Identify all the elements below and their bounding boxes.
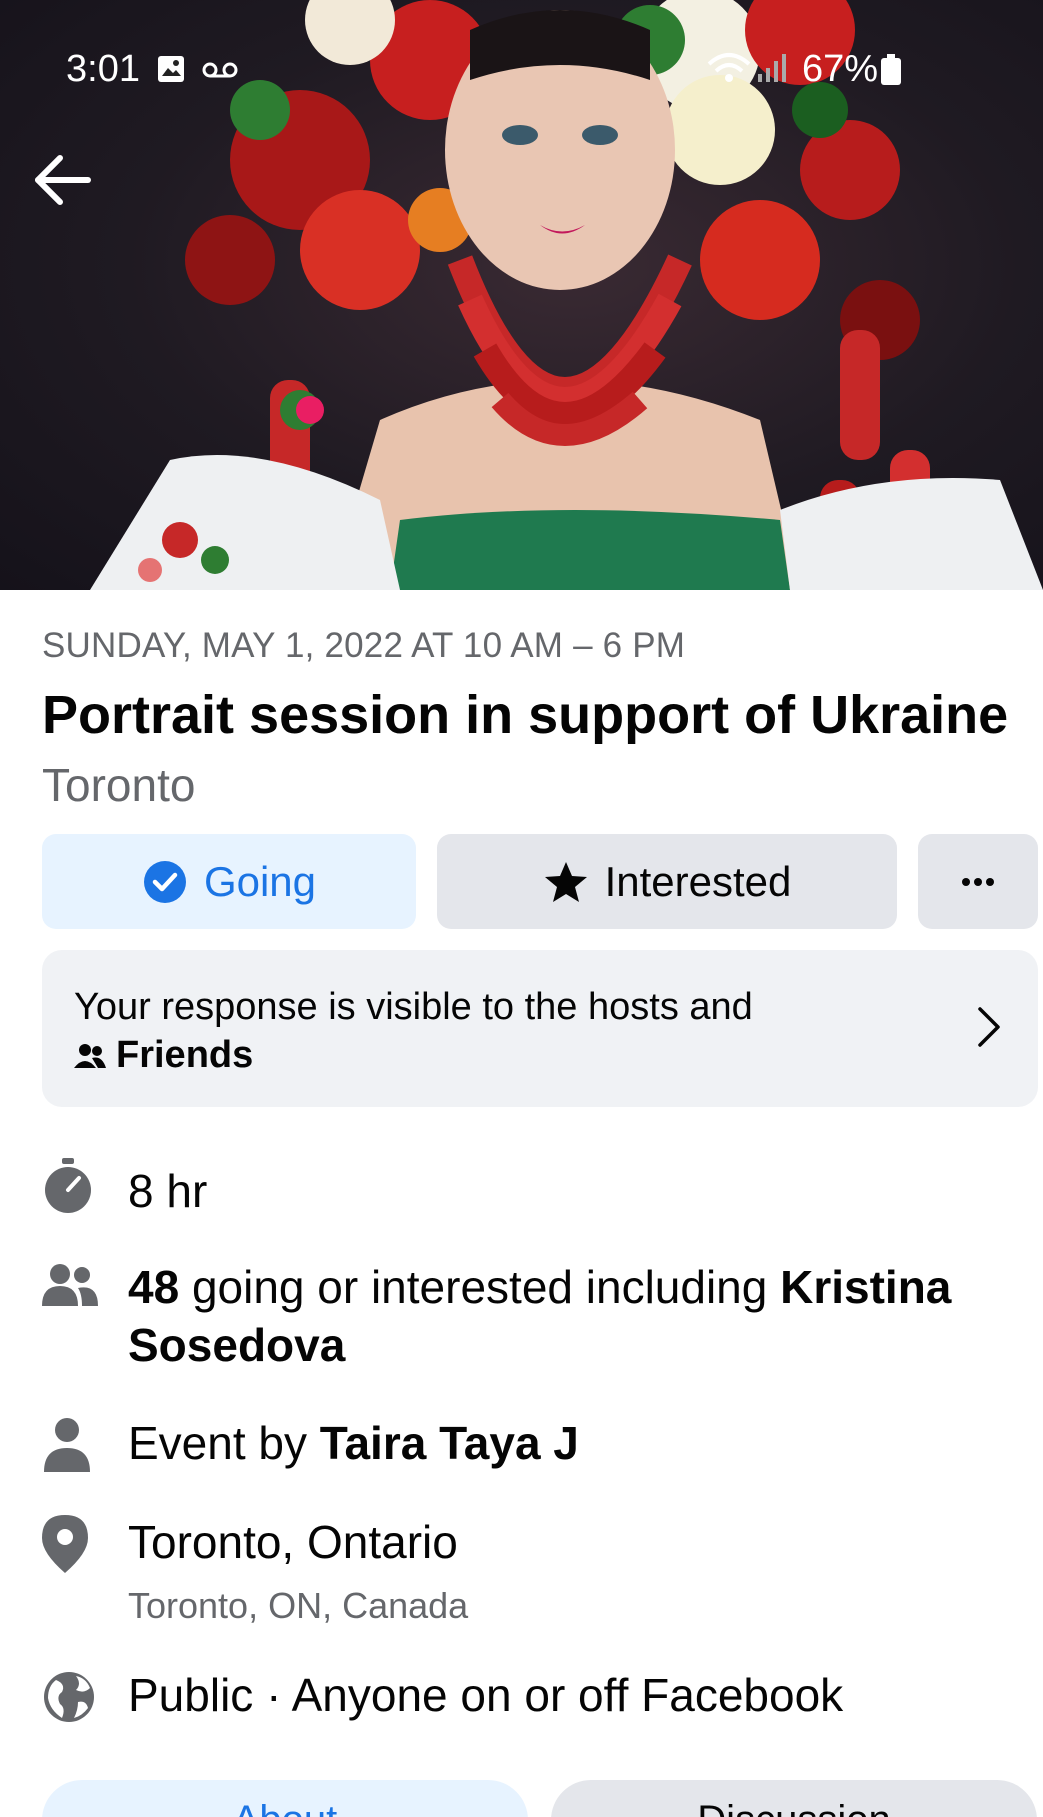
check-circle-icon <box>143 860 186 903</box>
host-prefix: Event by <box>128 1417 320 1469</box>
event-city: Toronto <box>42 759 196 811</box>
location-name: Toronto, Ontario <box>128 1516 458 1568</box>
globe-icon <box>44 1672 94 1722</box>
star-icon <box>544 861 587 902</box>
response-visibility-card[interactable]: Your response is visible to the hosts an… <box>42 950 1038 1107</box>
arrow-left-icon <box>35 155 91 205</box>
response-audience: Friends <box>74 1034 253 1077</box>
tab-discussion[interactable]: Discussion <box>551 1780 1037 1817</box>
friends-icon <box>74 1043 106 1068</box>
chevron-right-icon <box>978 1007 1000 1047</box>
gallery-icon <box>156 54 186 89</box>
status-bar: 3:01 67% <box>0 0 1043 140</box>
attendees-text: 48 going or interested including Kristin… <box>128 1258 951 1374</box>
battery-icon <box>880 54 902 91</box>
status-time: 3:01 <box>66 48 140 90</box>
more-dots-icon <box>962 877 994 886</box>
more-options-button[interactable] <box>918 834 1038 929</box>
host-text: Event by Taira Taya J <box>128 1414 579 1472</box>
event-title: Portrait session in support of Ukraine <box>42 685 1009 745</box>
stopwatch-icon <box>45 1158 91 1213</box>
attendees-count: 48 <box>128 1261 180 1313</box>
tab-about-label: About <box>233 1798 338 1817</box>
voicemail-icon <box>202 60 238 85</box>
interested-label: Interested <box>604 857 792 905</box>
location-address: Toronto, ON, Canada <box>128 1585 469 1626</box>
person-icon <box>44 1418 90 1472</box>
battery-percentage: 67% <box>802 48 879 90</box>
event-date: SUNDAY, MAY 1, 2022 AT 10 AM – 6 PM <box>42 626 686 665</box>
back-button[interactable] <box>30 152 100 212</box>
tab-about[interactable]: About <box>42 1780 528 1817</box>
event-cover-photo: 3:01 67% <box>0 0 1043 590</box>
people-icon <box>42 1264 98 1306</box>
attendee-name-first[interactable]: Kristina <box>780 1261 951 1313</box>
signal-icon <box>756 52 788 89</box>
attendee-name-last[interactable]: Sosedova <box>128 1319 345 1371</box>
location-pin-icon <box>42 1515 88 1573</box>
attendees-description: going or interested including <box>179 1261 781 1313</box>
privacy-text: Public · Anyone on or off Facebook <box>128 1669 844 1721</box>
host-name[interactable]: Taira Taya J <box>320 1417 579 1469</box>
response-audience-label: Friends <box>116 1034 254 1076</box>
tab-discussion-label: Discussion <box>697 1798 890 1817</box>
response-visibility-text: Your response is visible to the hosts an… <box>74 986 753 1028</box>
going-label: Going <box>203 857 317 905</box>
going-button[interactable]: Going <box>42 834 416 929</box>
interested-button[interactable]: Interested <box>437 834 897 929</box>
wifi-icon <box>706 52 752 91</box>
event-duration: 8 hr <box>128 1165 208 1217</box>
